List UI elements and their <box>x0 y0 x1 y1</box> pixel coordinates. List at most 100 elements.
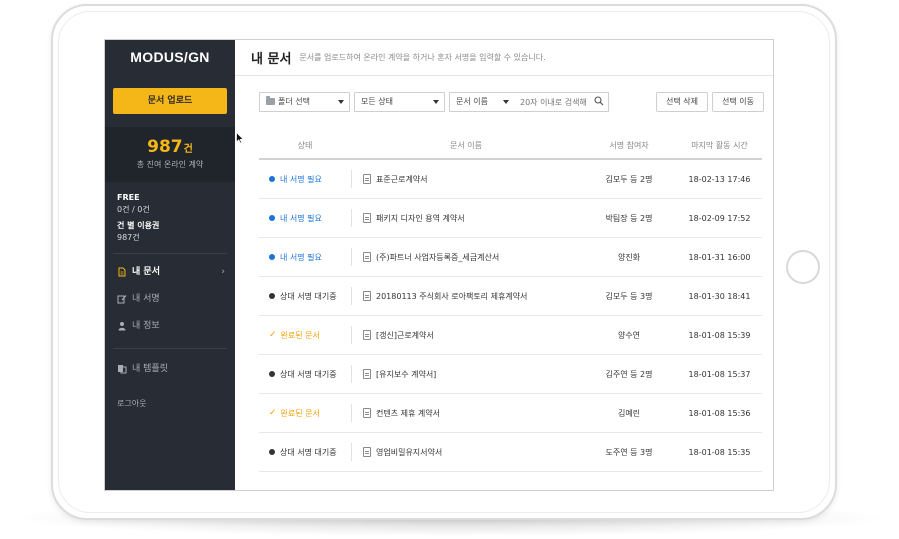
filter-toolbar: 폴더 선택 모든 상태 문서 이름 선택 삭제 선택 이동 <box>259 92 764 112</box>
signers-cell: 박팀장 등 2명 <box>605 213 653 223</box>
pen-icon <box>117 295 127 304</box>
document-icon <box>363 408 371 418</box>
page-description: 문서를 업로드하여 온라인 계약을 하거나 혼자 서명을 입력할 수 있습니다. <box>299 53 546 62</box>
table-row[interactable]: 상대 서명 대기중 [유지보수 계약서] 김주연 등 2명 18-01-08 15:3… <box>259 355 762 394</box>
folder-select[interactable]: 폴더 선택 <box>259 92 350 112</box>
sidebar-divider <box>113 348 227 349</box>
status-dot-icon <box>269 176 275 182</box>
main-content: 내 문서 문서를 업로드하여 온라인 계약을 하거나 혼자 서명을 입력할 수 … <box>235 40 773 490</box>
chevron-right-icon: › <box>221 267 225 277</box>
document-icon <box>363 174 371 184</box>
template-icon <box>118 365 127 374</box>
logo: MODUS/GN <box>130 49 210 65</box>
status-cell: 내 서명 필요 <box>259 174 351 185</box>
contract-stat: 987건 총 진여 온라인 계약 <box>105 127 235 182</box>
plan-usage: 0건 / 0건 <box>117 205 150 214</box>
contract-count: 987건 <box>105 137 235 157</box>
document-icon <box>363 330 371 340</box>
search-field-select[interactable]: 문서 이름 <box>449 92 515 112</box>
ticket-label: 건 별 이용권 <box>117 221 160 230</box>
page-title: 내 문서 <box>251 52 292 67</box>
signers-cell: 김모두 등 3명 <box>605 291 653 301</box>
sidebar-item-my-signatures[interactable]: 내 서명 <box>117 291 225 307</box>
document-name-cell[interactable]: 컨텐츠 제휴 계약서 <box>351 403 581 422</box>
status-select[interactable]: 모든 상태 <box>354 92 445 112</box>
document-name: 패키지 디자인 용역 계약서 <box>376 213 465 223</box>
table-row[interactable]: 내 서명 필요 패키지 디자인 용역 계약서 박팀장 등 2명 18-02-09 17… <box>259 199 762 238</box>
contract-count-value: 987 <box>147 137 183 157</box>
signers-cell: 김주연 등 2명 <box>605 369 653 379</box>
document-name-cell[interactable]: 영업비밀유지서약서 <box>351 442 581 461</box>
table-row[interactable]: 상대 서명 대기중 20180113 주식회사 로아팩토리 제휴계약서 김모두 등 … <box>259 277 762 316</box>
document-name-cell[interactable]: [갱신]근로계약서 <box>351 325 581 344</box>
document-icon <box>363 252 371 262</box>
status-cell: ✓ 완료된 문서 <box>259 330 351 341</box>
upload-document-button[interactable]: 문서 업로드 <box>113 88 227 114</box>
document-name-cell[interactable]: 표준근로계약서 <box>351 169 581 188</box>
folder-select-value: 폴더 선택 <box>278 97 310 106</box>
sidebar-item-label: 내 서명 <box>132 294 160 304</box>
document-name: 20180113 주식회사 로아팩토리 제휴계약서 <box>376 291 528 301</box>
document-name-cell[interactable]: (주)파트너 사업자등록증_세금계산서 <box>351 247 581 266</box>
table-row[interactable]: ✓ 완료된 문서 컨텐츠 제휴 계약서 김예린 18-01-08 15:36 <box>259 394 762 433</box>
user-icon <box>118 322 126 331</box>
search-field-select-value: 문서 이름 <box>456 97 488 106</box>
table-row[interactable]: 상대 서명 대기중 영업비밀유지서약서 도주연 등 3명 18-01-08 15:35 <box>259 433 762 472</box>
status-label: 상대 서명 대기중 <box>280 291 337 301</box>
table-row[interactable]: 내 서명 필요 표준근로계약서 김모두 등 2명 18-02-13 17:46 <box>259 160 762 199</box>
search-icon[interactable] <box>594 96 604 106</box>
sidebar-item-my-info[interactable]: 내 정보 <box>117 318 225 334</box>
column-last-activity: 마지막 활동 시간 <box>691 140 748 150</box>
document-name: 영업비밀유지서약서 <box>376 447 443 457</box>
logout-link[interactable]: 로그아웃 <box>117 398 146 409</box>
status-dot-icon <box>269 449 275 455</box>
plan-info: FREE 0건 / 0건 건 별 이용권 987건 <box>117 192 159 244</box>
last-activity-cell: 18-02-09 17:52 <box>688 213 751 223</box>
document-name: 표준근로계약서 <box>376 174 428 184</box>
document-name: 컨텐츠 제휴 계약서 <box>376 408 440 418</box>
document-name: (주)파트너 사업자등록증_세금계산서 <box>376 252 500 262</box>
table-row[interactable]: 내 서명 필요 (주)파트너 사업자등록증_세금계산서 양진화 18-01-31 16… <box>259 238 762 277</box>
status-cell: 상대 서명 대기중 <box>259 369 351 380</box>
sidebar-item-my-templates[interactable]: 내 템플릿 <box>117 361 225 377</box>
document-name: [갱신]근로계약서 <box>376 330 434 340</box>
move-selected-button[interactable]: 선택 이동 <box>712 92 764 112</box>
table-header: 상태 문서 이름 서명 참여자 마지막 활동 시간 <box>259 132 762 160</box>
document-icon <box>363 213 371 223</box>
status-label: 상대 서명 대기중 <box>280 447 337 457</box>
document-name-cell[interactable]: [유지보수 계약서] <box>351 364 581 383</box>
signers-cell: 김예린 <box>617 408 641 418</box>
document-name-cell[interactable]: 20180113 주식회사 로아팩토리 제휴계약서 <box>351 286 581 305</box>
plan-name: FREE <box>117 193 140 202</box>
sidebar-item-my-documents[interactable]: 내 문서 › <box>117 264 225 280</box>
status-dot-icon <box>269 371 275 377</box>
last-activity-cell: 18-01-31 16:00 <box>688 252 751 262</box>
mouse-cursor-icon <box>236 132 244 144</box>
document-icon <box>118 267 126 277</box>
sidebar-item-label: 내 템플릿 <box>132 364 168 374</box>
home-button <box>786 250 820 284</box>
column-name: 문서 이름 <box>450 140 482 150</box>
last-activity-cell: 18-01-08 15:36 <box>688 408 751 418</box>
status-dot-icon <box>269 215 275 221</box>
last-activity-cell: 18-01-08 15:37 <box>688 369 751 379</box>
column-status: 상태 <box>297 140 313 150</box>
document-name-cell[interactable]: 패키지 디자인 용역 계약서 <box>351 208 581 227</box>
last-activity-cell: 18-02-13 17:46 <box>688 174 751 184</box>
status-cell: 상대 서명 대기중 <box>259 291 351 302</box>
contract-count-unit: 건 <box>183 144 193 155</box>
status-cell: 내 서명 필요 <box>259 213 351 224</box>
status-label: 상대 서명 대기중 <box>280 369 337 379</box>
status-select-value: 모든 상태 <box>361 97 393 106</box>
document-icon <box>363 369 371 379</box>
delete-selected-button[interactable]: 선택 삭제 <box>656 92 708 112</box>
table-row[interactable]: ✓ 완료된 문서 [갱신]근로계약서 양수연 18-01-08 15:39 <box>259 316 762 355</box>
caret-down-icon <box>433 100 439 104</box>
status-dot-icon <box>269 293 275 299</box>
last-activity-cell: 18-01-08 15:39 <box>688 330 751 340</box>
document-table: 상태 문서 이름 서명 참여자 마지막 활동 시간 내 서명 필요 표준근로계약서… <box>259 132 762 472</box>
sidebar-item-label: 내 정보 <box>132 321 160 331</box>
status-cell: 내 서명 필요 <box>259 252 351 263</box>
status-label: 완료된 문서 <box>280 408 320 418</box>
signers-cell: 양수연 <box>617 330 641 340</box>
